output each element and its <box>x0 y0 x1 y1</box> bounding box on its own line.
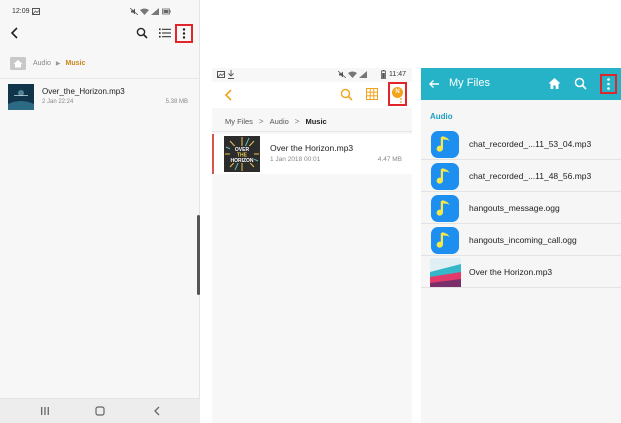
more-vertical-icon <box>607 78 610 90</box>
breadcrumb-audio[interactable]: Audio <box>270 117 289 126</box>
signal-icon <box>151 8 159 15</box>
music-note-icon <box>431 131 459 158</box>
back-arrow-icon[interactable] <box>223 88 235 102</box>
back-button-icon[interactable] <box>151 405 163 417</box>
file-size: 4.47 MB <box>377 156 402 163</box>
breadcrumb-separator-icon: > <box>294 116 300 126</box>
mute-icon <box>130 8 138 15</box>
file-date: 1 Jan 2018 00:01 <box>270 156 321 163</box>
album-art-thumbnail <box>8 84 34 110</box>
wifi-icon <box>348 71 357 78</box>
battery-icon <box>162 8 171 15</box>
thumb-text-line-3: HORIZON <box>230 158 253 164</box>
more-options-button[interactable]: N <box>388 82 407 106</box>
wifi-icon <box>140 8 149 15</box>
file-name: Over_the_Horizon.mp3 <box>42 87 125 96</box>
home-button-icon[interactable] <box>94 405 106 417</box>
list-item-label: hangouts_message.ogg <box>469 203 560 213</box>
section-header: Audio <box>430 112 453 121</box>
phone-panel-1: 12:09 Audio ▶ Music Over_the_Horizon.mp3… <box>0 0 200 423</box>
screenshot-root: 12:09 Audio ▶ Music Over_the_Horizon.mp3… <box>0 0 621 423</box>
album-art-icon <box>430 258 461 287</box>
list-item-label: chat_recorded_...11_53_04.mp3 <box>469 139 592 149</box>
status-time: 11:47 <box>389 71 406 78</box>
sunburst-art-icon: OVER THE HORIZON <box>224 136 260 172</box>
recent-apps-icon[interactable] <box>39 405 51 417</box>
divider <box>0 78 200 79</box>
music-note-icon <box>431 195 459 222</box>
list-item[interactable]: chat_recorded_...11_48_56.mp3 <box>421 160 621 192</box>
search-icon[interactable] <box>340 88 353 101</box>
app-bar: My Files <box>421 68 621 100</box>
app-title: My Files <box>449 77 490 89</box>
download-icon <box>228 70 234 79</box>
battery-icon <box>381 70 386 79</box>
back-arrow-icon[interactable] <box>8 26 22 40</box>
list-view-icon[interactable] <box>159 27 171 39</box>
home-icon[interactable] <box>548 77 561 90</box>
more-vertical-icon <box>400 98 402 103</box>
breadcrumb: My Files > Audio > Music <box>225 115 327 127</box>
toolbar <box>0 20 200 48</box>
signal-icon <box>359 71 367 78</box>
search-icon[interactable] <box>136 27 148 39</box>
file-list: chat_recorded_...11_53_04.mp3 chat_recor… <box>421 128 621 288</box>
breadcrumb-audio[interactable]: Audio <box>33 60 51 67</box>
breadcrumb-separator-icon: ▶ <box>55 60 61 67</box>
image-notification-icon <box>32 8 40 15</box>
album-art-thumbnail: OVER THE HORIZON <box>224 136 260 172</box>
back-arrow-icon[interactable] <box>428 78 440 90</box>
list-item-label: hangouts_incoming_call.ogg <box>469 235 577 245</box>
grid-view-icon[interactable] <box>366 88 378 100</box>
breadcrumb: Audio ▶ Music <box>10 55 85 71</box>
list-item[interactable]: hangouts_incoming_call.ogg <box>421 224 621 256</box>
status-bar: 11:47 <box>212 68 412 82</box>
list-item-label: chat_recorded_...11_48_56.mp3 <box>469 171 592 181</box>
music-note-icon <box>431 163 459 190</box>
navigation-bar <box>0 398 200 423</box>
file-date: 2 Jan 22:24 <box>42 99 74 105</box>
status-time: 12:09 <box>12 8 30 15</box>
file-name: Over the Horizon.mp3 <box>270 143 354 153</box>
scrollbar[interactable] <box>197 215 200 295</box>
image-notification-icon <box>217 71 225 78</box>
breadcrumb-music[interactable]: Music <box>305 117 326 126</box>
list-item-label: Over the Horizon.mp3 <box>469 267 553 277</box>
mute-icon <box>338 71 346 78</box>
phone-panel-2: 11:47 N My Files > Audio > Music OVER TH… <box>212 68 412 423</box>
file-row[interactable]: Over_the_Horizon.mp3 2 Jan 22:24 5.38 MB <box>8 84 194 110</box>
more-options-button[interactable] <box>600 74 617 94</box>
status-bar: 12:09 <box>0 0 200 20</box>
phone-panel-3: My Files Audio chat_recorded_...11_53_04… <box>421 68 621 423</box>
more-options-button[interactable] <box>175 24 193 43</box>
search-icon[interactable] <box>574 77 587 90</box>
breadcrumb-my-files[interactable]: My Files <box>225 117 253 126</box>
list-item[interactable]: Over the Horizon.mp3 <box>421 256 621 288</box>
toolbar: N <box>212 82 412 108</box>
file-size: 5.38 MB <box>165 99 188 105</box>
notification-badge: N <box>392 87 403 98</box>
list-item[interactable]: hangouts_message.ogg <box>421 192 621 224</box>
breadcrumb-separator-icon: > <box>258 116 264 126</box>
breadcrumb-music[interactable]: Music <box>66 60 86 67</box>
music-note-icon <box>431 227 459 254</box>
more-vertical-icon <box>182 28 186 39</box>
home-folder-icon[interactable] <box>10 56 26 70</box>
divider <box>212 131 412 132</box>
list-item[interactable]: chat_recorded_...11_53_04.mp3 <box>421 128 621 160</box>
file-row[interactable]: OVER THE HORIZON Over the Horizon.mp3 1 … <box>212 134 412 174</box>
